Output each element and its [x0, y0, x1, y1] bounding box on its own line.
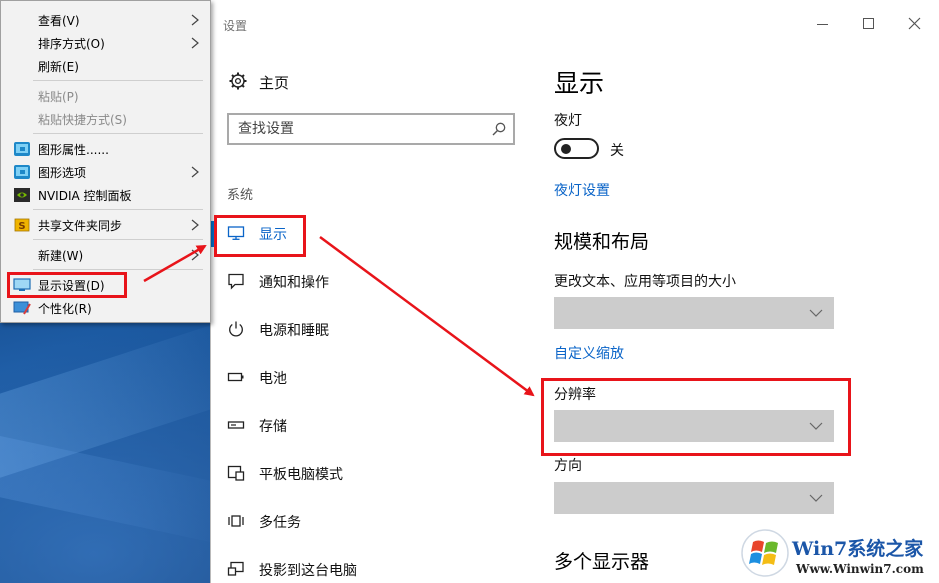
sidebar-item-label: 电池	[259, 371, 287, 387]
menu-separator	[33, 80, 203, 81]
tablet-mode-icon	[227, 465, 245, 481]
maximize-button[interactable]	[859, 14, 879, 34]
night-light-label: 夜灯	[554, 113, 582, 129]
chevron-down-icon	[809, 309, 823, 317]
sidebar-item-label: 通知和操作	[259, 275, 329, 291]
menu-item-graphics-options[interactable]: 图形选项	[1, 161, 210, 184]
chevron-right-icon	[191, 219, 199, 231]
sidebar-item-label: 平板电脑模式	[259, 467, 343, 483]
menu-separator	[33, 269, 203, 270]
menu-item-graphics-properties[interactable]: 图形属性......	[1, 138, 210, 161]
menu-item-label: 排序方式(O)	[38, 37, 105, 51]
night-light-toggle[interactable]	[554, 138, 599, 159]
sidebar-item-label: 电源和睡眠	[259, 323, 329, 339]
menu-item-label: 共享文件夹同步	[38, 219, 123, 233]
menu-item-view[interactable]: 查看(V)	[1, 9, 210, 32]
gear-icon	[229, 72, 247, 90]
wallpaper-light-beam	[0, 433, 244, 547]
intel-graphics-icon	[14, 142, 30, 156]
search-icon[interactable]	[491, 121, 507, 137]
multiple-displays-heading: 多个显示器	[554, 551, 650, 573]
menu-item-label: 刷新(E)	[38, 60, 79, 74]
svg-text:S: S	[18, 221, 25, 232]
minimize-button[interactable]	[813, 14, 833, 34]
menu-item-sort-by[interactable]: 排序方式(O)	[1, 32, 210, 55]
settings-window: 设置 主页 系统	[210, 0, 939, 583]
chevron-right-icon	[191, 166, 199, 178]
menu-item-label: 个性化(R)	[38, 302, 92, 316]
sidebar-item-multitasking[interactable]: 多任务	[227, 503, 517, 539]
menu-separator	[33, 209, 203, 210]
scale-layout-heading: 规模和布局	[554, 231, 650, 253]
personalize-icon	[13, 301, 31, 315]
page-title: 显示	[554, 69, 605, 98]
window-title: 设置	[223, 19, 248, 33]
scale-label: 更改文本、应用等项目的大小	[554, 274, 736, 290]
menu-item-label: 新建(W)	[38, 249, 84, 263]
sidebar-item-tablet-mode[interactable]: 平板电脑模式	[227, 455, 517, 491]
menu-item-nvidia-control-panel[interactable]: NVIDIA 控制面板	[1, 184, 210, 207]
chevron-down-icon	[809, 494, 823, 502]
nvidia-icon	[14, 188, 30, 202]
sidebar-item-label: 多任务	[259, 515, 301, 531]
menu-item-label: 图形选项	[38, 166, 87, 180]
chevron-right-icon	[191, 249, 199, 261]
menu-item-shared-folder-sync[interactable]: S 共享文件夹同步	[1, 214, 210, 237]
sidebar-item-project[interactable]: 投影到这台电脑	[227, 551, 517, 583]
battery-icon	[227, 372, 244, 382]
search-input[interactable]	[238, 119, 478, 139]
nav-home-label: 主页	[259, 74, 290, 92]
maximize-icon	[863, 18, 874, 29]
windows-logo-icon	[741, 529, 789, 577]
sidebar-item-battery[interactable]: 电池	[227, 359, 517, 395]
menu-item-label: 查看(V)	[38, 14, 80, 28]
menu-item-label: 图形属性......	[38, 143, 109, 157]
nav-section-system: 系统	[227, 188, 254, 203]
menu-item-label: NVIDIA 控制面板	[38, 189, 132, 203]
menu-separator	[33, 239, 203, 240]
close-icon	[908, 17, 921, 30]
menu-separator	[33, 133, 203, 134]
message-icon	[228, 273, 244, 290]
highlight-display-settings-menu	[7, 272, 127, 298]
menu-item-paste-shortcut[interactable]: 粘贴快捷方式(S)	[1, 108, 210, 131]
menu-item-paste[interactable]: 粘贴(P)	[1, 85, 210, 108]
night-light-state: 关	[610, 143, 624, 159]
menu-item-refresh[interactable]: 刷新(E)	[1, 55, 210, 78]
scale-dropdown[interactable]	[554, 297, 834, 329]
chevron-right-icon	[191, 37, 199, 49]
highlight-resolution	[541, 378, 851, 456]
sidebar-item-storage[interactable]: 存储	[227, 407, 517, 443]
orientation-dropdown[interactable]	[554, 482, 834, 514]
highlight-display-nav	[214, 215, 306, 257]
menu-item-personalize[interactable]: 个性化(R)	[1, 297, 210, 320]
chevron-right-icon	[191, 14, 199, 26]
power-icon	[229, 321, 243, 337]
sync-folder-icon: S	[14, 218, 30, 232]
multitask-icon	[228, 515, 244, 527]
night-light-settings-link[interactable]: 夜灯设置	[554, 180, 610, 200]
custom-scaling-link[interactable]: 自定义缩放	[554, 343, 624, 363]
project-icon	[227, 561, 244, 576]
minimize-icon	[817, 24, 828, 25]
close-button[interactable]	[905, 14, 925, 34]
sidebar-item-notifications[interactable]: 通知和操作	[227, 263, 517, 299]
storage-drive-icon	[227, 421, 245, 429]
sidebar-item-label: 投影到这台电脑	[259, 563, 357, 579]
sidebar-item-label: 存储	[259, 419, 287, 435]
nav-home[interactable]: 主页	[229, 70, 429, 94]
orientation-label: 方向	[554, 458, 582, 474]
menu-item-label: 粘贴快捷方式(S)	[38, 113, 127, 127]
sidebar-item-power[interactable]: 电源和睡眠	[227, 311, 517, 347]
watermark: Win7系统之家 Www.Winwin7.com	[740, 528, 939, 583]
menu-item-label: 粘贴(P)	[38, 90, 79, 104]
watermark-brand: Win7系统之家	[792, 538, 924, 560]
intel-graphics-icon	[14, 165, 30, 179]
menu-item-new[interactable]: 新建(W)	[1, 244, 210, 267]
toggle-knob	[561, 144, 571, 154]
search-box[interactable]	[227, 113, 515, 145]
watermark-site: Www.Winwin7.com	[796, 562, 924, 576]
title-bar[interactable]: 设置	[211, 0, 939, 48]
